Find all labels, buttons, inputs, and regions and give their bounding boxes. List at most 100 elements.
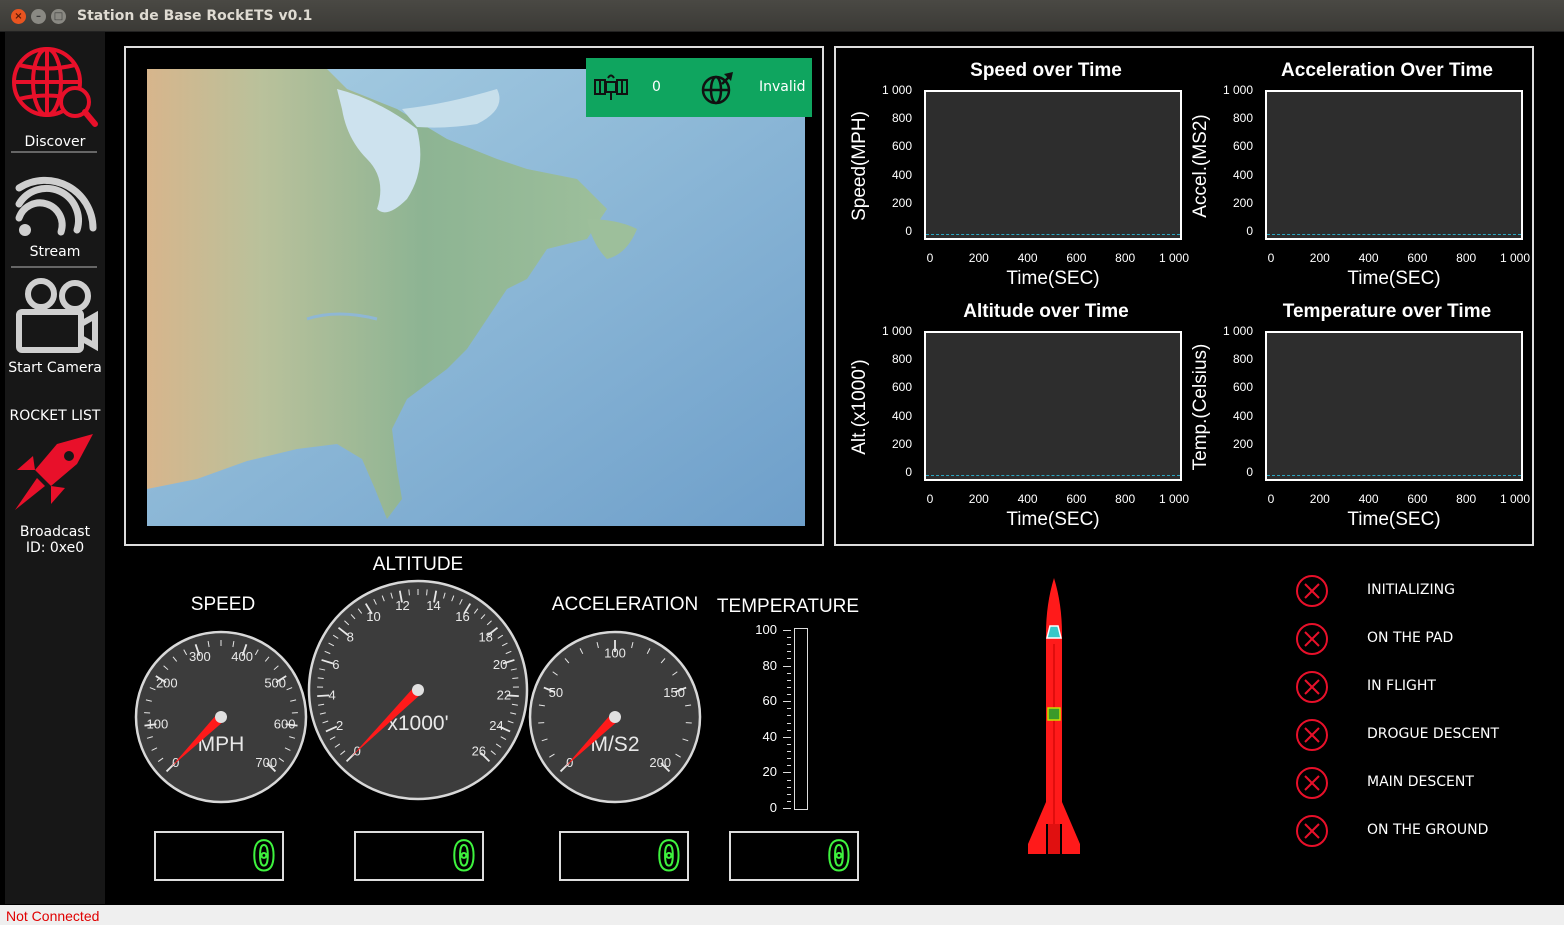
thermometer-tick xyxy=(787,708,791,710)
thermometer-label: 40 xyxy=(762,728,777,744)
chart-y-tick: 400 xyxy=(1232,167,1253,182)
chart-series-line xyxy=(926,234,1180,235)
chart-x-tick: 0 xyxy=(926,251,934,265)
start-camera-label: Start Camera xyxy=(8,360,102,376)
flight-state-item: MAIN DESCENT xyxy=(1295,766,1474,800)
window-maximize-button[interactable]: □ xyxy=(51,9,66,24)
gauge-label: 100 xyxy=(604,646,626,661)
thermometer-tick xyxy=(783,701,791,703)
gauge-label: 500 xyxy=(264,675,286,690)
gauge-tick xyxy=(408,589,410,596)
globe-satellite-icon xyxy=(701,72,733,105)
thermometer-label: 0 xyxy=(769,800,777,815)
temperature-readout: 0 xyxy=(729,831,859,881)
x-circle-icon xyxy=(1296,575,1328,607)
rocket-list-item[interactable]: Broadcast ID: 0xe0 xyxy=(5,430,105,556)
chart-y-tick: 1 000 xyxy=(881,83,912,97)
rocket-list-title: ROCKET LIST xyxy=(9,408,101,424)
chart-x-tick: 600 xyxy=(1066,492,1087,506)
speed-readout: 0 xyxy=(154,831,284,881)
flight-state-item: ON THE GROUND xyxy=(1295,814,1488,848)
start-camera-button[interactable]: Start Camera xyxy=(5,276,105,376)
chart-y-tick: 1 000 xyxy=(1222,324,1253,338)
gauge-hub xyxy=(215,711,227,723)
gauge-label: 150 xyxy=(663,685,685,700)
chart-x-tick: 400 xyxy=(1017,492,1038,506)
thermometer-label: 20 xyxy=(762,764,777,780)
satellite-icon xyxy=(594,74,628,100)
title-bar: × – □ Station de Base RockETS v0.1 xyxy=(0,0,1564,32)
chart-x-axis-label: Time(SEC) xyxy=(1347,509,1441,530)
map-view[interactable] xyxy=(147,69,805,526)
chart-plot-area xyxy=(1265,331,1523,481)
chart-y-tick: 0 xyxy=(1246,224,1253,238)
gauge-label: 16 xyxy=(455,609,469,624)
chart-x-tick: 200 xyxy=(1309,492,1330,506)
chart-x-tick: 800 xyxy=(1456,251,1477,265)
chart-series-line xyxy=(926,475,1180,476)
chart-title: Altitude over Time xyxy=(963,301,1129,322)
chart-x-tick: 200 xyxy=(1309,251,1330,265)
thermometer-tick xyxy=(787,722,791,724)
gauge-label: 400 xyxy=(231,649,253,664)
chart-y-tick: 200 xyxy=(891,195,912,210)
sidebar: Discover Stream Start Camera ROCKET LIST xyxy=(5,32,105,904)
gauge-label: 300 xyxy=(189,649,211,664)
thermometer-tick xyxy=(787,672,791,674)
chart-x-tick: 1 000 xyxy=(1499,492,1531,506)
flight-state-item: IN FLIGHT xyxy=(1295,670,1436,704)
acceleration-gauge: 050100150200M/S2 xyxy=(528,630,702,804)
discover-label: Discover xyxy=(24,134,86,150)
sidebar-divider xyxy=(11,266,97,268)
flight-state-label: ON THE PAD xyxy=(1367,630,1454,646)
gauge-hub xyxy=(609,711,621,723)
chart-x-tick: 800 xyxy=(1115,251,1136,265)
temperature-gauge-title: TEMPERATURE xyxy=(716,596,860,617)
gauge-hub xyxy=(412,684,424,696)
rocket-icon xyxy=(15,434,93,510)
chart-x-tick: 400 xyxy=(1358,251,1379,265)
chart-x-tick: 1 000 xyxy=(1499,251,1531,265)
globe-search-icon xyxy=(12,47,98,127)
gauge-label: 200 xyxy=(649,755,671,770)
acceleration-gauge-title: ACCELERATION xyxy=(551,594,699,615)
temperature-readout-value: 0 xyxy=(826,833,852,881)
speed-gauge-title: SPEED xyxy=(190,594,256,615)
flight-state-label: DROGUE DESCENT xyxy=(1367,726,1500,742)
acceleration-chart: Acceleration Over Time Accel.(MS2) 0 200 400… xyxy=(1177,48,1530,289)
window-title: Station de Base RockETS v0.1 xyxy=(77,8,313,24)
chart-y-tick: 400 xyxy=(1232,408,1253,423)
chart-y-tick: 0 xyxy=(1246,465,1253,479)
acceleration-readout-value: 0 xyxy=(656,833,682,881)
stream-button[interactable]: Stream xyxy=(5,160,105,260)
chart-y-axis-label: Speed(MPH) xyxy=(849,111,870,221)
thermometer-tick xyxy=(787,800,791,802)
gauge-label: 6 xyxy=(332,657,339,672)
chart-y-axis-label: Temp.(Celsius) xyxy=(1190,343,1211,471)
chart-y-tick: 800 xyxy=(891,352,912,367)
thermometer-tick xyxy=(783,630,791,631)
chart-y-tick: 1 000 xyxy=(1222,83,1253,97)
discover-button[interactable]: Discover xyxy=(5,40,105,150)
x-circle-icon xyxy=(1296,671,1328,703)
gauge-label: 24 xyxy=(489,718,503,733)
speed-chart: Speed over Time Speed(MPH) 0 200 400 600 800 1 … xyxy=(836,48,1189,289)
thermometer-tick xyxy=(787,765,791,767)
window-minimize-button[interactable]: – xyxy=(31,9,46,24)
rocket-model xyxy=(1028,578,1080,854)
chart-x-tick: 0 xyxy=(926,492,934,506)
chart-y-tick: 600 xyxy=(1232,139,1253,154)
chart-x-tick: 0 xyxy=(1267,492,1275,506)
flight-state-item: DROGUE DESCENT xyxy=(1295,718,1499,752)
chart-x-axis-label: Time(SEC) xyxy=(1006,268,1100,289)
window-close-button[interactable]: × xyxy=(11,9,26,24)
thermometer-tick xyxy=(787,793,791,795)
gauge-tick xyxy=(426,589,428,596)
gauge-label: 4 xyxy=(329,688,336,703)
thermometer-tick xyxy=(787,786,791,788)
gauge-label: 600 xyxy=(274,717,296,732)
temperature-chart: Temperature over Time Temp.(Celsius) 0 200 4… xyxy=(1177,289,1530,530)
chart-x-tick: 600 xyxy=(1407,251,1428,265)
chart-title: Temperature over Time xyxy=(1282,301,1492,322)
gauge-label: 18 xyxy=(478,630,492,645)
